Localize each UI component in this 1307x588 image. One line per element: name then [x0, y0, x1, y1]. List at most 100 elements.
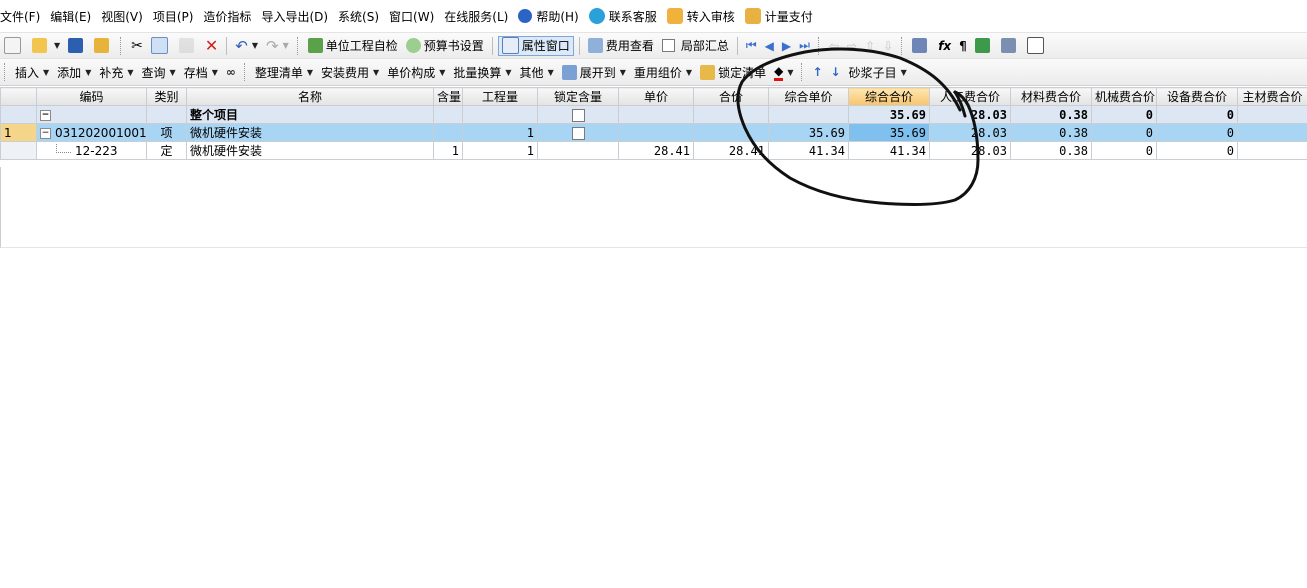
- machine-total-cell[interactable]: 0: [1091, 105, 1157, 124]
- content-cell[interactable]: 1: [433, 141, 463, 160]
- code-cell[interactable]: −031202001001: [36, 123, 147, 142]
- move-right-button[interactable]: ⇨: [844, 36, 860, 56]
- lock-content-cell[interactable]: [537, 105, 619, 124]
- add-button[interactable]: 添加 ▼: [54, 62, 94, 82]
- cube-button[interactable]: [972, 36, 996, 56]
- comp-total-cell[interactable]: 35.69: [848, 123, 930, 142]
- move-row-down-button[interactable]: ↓: [828, 62, 844, 82]
- row-number-cell[interactable]: [0, 105, 37, 124]
- menu-view[interactable]: 视图(V): [101, 8, 149, 25]
- self-check-button[interactable]: 单位工程自检: [305, 36, 401, 56]
- col-header-material-total[interactable]: 材料费合价: [1010, 87, 1092, 106]
- labor-total-cell[interactable]: 28.03: [929, 105, 1011, 124]
- menu-contact-service[interactable]: 联系客服: [588, 8, 663, 25]
- menu-transfer-review[interactable]: 转入审核: [666, 8, 741, 25]
- archive-button[interactable]: 存档 ▼: [181, 62, 221, 82]
- local-summary-checkbox[interactable]: [661, 39, 675, 52]
- row-number-cell[interactable]: [0, 141, 37, 160]
- save-button[interactable]: [65, 36, 89, 56]
- total-cell[interactable]: [693, 105, 769, 124]
- machine-total-cell[interactable]: 0: [1091, 123, 1157, 142]
- type-cell[interactable]: 定: [146, 141, 187, 160]
- total-cell[interactable]: [693, 123, 769, 142]
- print-button[interactable]: [998, 36, 1022, 56]
- delete-button[interactable]: ✕: [202, 36, 221, 56]
- comp-unit-price-cell[interactable]: [768, 105, 849, 124]
- expand-to-button[interactable]: 展开到 ▼: [559, 62, 629, 82]
- undo-button[interactable]: ↶ ▼: [232, 36, 261, 56]
- name-cell[interactable]: 微机硬件安装: [186, 123, 434, 142]
- equipment-total-cell[interactable]: 0: [1156, 141, 1238, 160]
- col-header-comp-unit-price[interactable]: 综合单价: [768, 87, 849, 106]
- new-button[interactable]: [1, 36, 27, 56]
- install-fee-button[interactable]: 安装费用 ▼: [318, 62, 382, 82]
- col-header-total[interactable]: 合价: [693, 87, 769, 106]
- material-total-cell[interactable]: 0.38: [1010, 105, 1092, 124]
- lock-list-button[interactable]: 锁定清单: [697, 62, 769, 82]
- move-row-up-button[interactable]: ↑: [809, 62, 825, 82]
- quantity-cell[interactable]: 1: [462, 123, 538, 142]
- menu-import-export[interactable]: 导入导出(D): [261, 8, 334, 25]
- redo-button[interactable]: ↷ ▼: [263, 36, 292, 56]
- content-cell[interactable]: [433, 123, 463, 142]
- menu-window[interactable]: 窗口(W): [389, 8, 440, 25]
- quantity-cell[interactable]: [462, 105, 538, 124]
- collapse-icon[interactable]: −: [40, 109, 51, 121]
- type-cell[interactable]: 项: [146, 123, 187, 142]
- row-number-cell[interactable]: 1: [0, 123, 37, 142]
- cut-button[interactable]: ✂: [128, 36, 146, 56]
- name-cell[interactable]: 整个项目: [186, 105, 434, 124]
- col-header-name[interactable]: 名称: [186, 87, 434, 106]
- collapse-icon[interactable]: −: [40, 127, 51, 139]
- menu-online-service[interactable]: 在线服务(L): [444, 8, 514, 25]
- main-material-total-cell[interactable]: [1237, 105, 1307, 124]
- quantity-cell[interactable]: 1: [462, 141, 538, 160]
- equipment-total-cell[interactable]: 0: [1156, 123, 1238, 142]
- main-material-total-cell[interactable]: [1237, 141, 1307, 160]
- lock-content-cell[interactable]: [537, 141, 619, 160]
- paragraph-button[interactable]: ¶: [956, 36, 970, 56]
- report-button[interactable]: [1024, 36, 1050, 56]
- formula-button[interactable]: fx: [935, 36, 954, 56]
- unit-price-cell[interactable]: [618, 105, 694, 124]
- next-button[interactable]: ▶: [779, 36, 794, 56]
- col-header-labor-total[interactable]: 人工费合价: [929, 87, 1011, 106]
- batch-convert-button[interactable]: 批量换算 ▼: [450, 62, 514, 82]
- total-cell[interactable]: 28.41: [693, 141, 769, 160]
- content-cell[interactable]: [433, 105, 463, 124]
- open-button[interactable]: ▼: [29, 36, 63, 56]
- col-header-rownum[interactable]: [0, 87, 37, 106]
- comp-total-cell[interactable]: 41.34: [848, 141, 930, 160]
- unit-price-composition-button[interactable]: 单价构成 ▼: [384, 62, 448, 82]
- menu-system[interactable]: 系统(S): [338, 8, 385, 25]
- material-total-cell[interactable]: 0.38: [1010, 141, 1092, 160]
- copy-button[interactable]: [148, 36, 174, 56]
- col-header-type[interactable]: 类别: [146, 87, 187, 106]
- table-row[interactable]: 12-223 定 微机硬件安装 1 1 28.41 28.41 41.34 41…: [0, 141, 1307, 160]
- supplement-button[interactable]: 补充 ▼: [96, 62, 136, 82]
- col-header-main-material-total[interactable]: 主材费合价: [1237, 87, 1307, 106]
- query-button[interactable]: 查询 ▼: [139, 62, 179, 82]
- fee-view-button[interactable]: 费用查看: [585, 36, 657, 56]
- move-down-button[interactable]: ⇩: [880, 36, 896, 56]
- comp-unit-price-cell[interactable]: 41.34: [768, 141, 849, 160]
- equipment-total-cell[interactable]: 0: [1156, 105, 1238, 124]
- labor-total-cell[interactable]: 28.03: [929, 141, 1011, 160]
- find-button[interactable]: ∞: [223, 62, 239, 82]
- menu-file[interactable]: 文件(F): [0, 8, 46, 25]
- table-row-total[interactable]: − 整个项目 35.69 28.03 0.38 0 0: [0, 105, 1307, 124]
- folder-button[interactable]: [91, 36, 115, 56]
- table-row[interactable]: 1 −031202001001 项 微机硬件安装 1 35.69 35.69 2…: [0, 123, 1307, 142]
- menu-edit[interactable]: 编辑(E): [50, 8, 97, 25]
- unit-price-cell[interactable]: 28.41: [618, 141, 694, 160]
- menu-cost-index[interactable]: 造价指标: [203, 8, 257, 25]
- comp-unit-price-cell[interactable]: 35.69: [768, 123, 849, 142]
- unit-price-cell[interactable]: [618, 123, 694, 142]
- first-button[interactable]: ⏮: [743, 36, 760, 56]
- code-cell[interactable]: −: [36, 105, 147, 124]
- reuse-price-button[interactable]: 重用组价 ▼: [631, 62, 695, 82]
- main-material-total-cell[interactable]: [1237, 123, 1307, 142]
- name-cell[interactable]: 微机硬件安装: [186, 141, 434, 160]
- col-header-unit-price[interactable]: 单价: [618, 87, 694, 106]
- insert-button[interactable]: 插入 ▼: [12, 62, 52, 82]
